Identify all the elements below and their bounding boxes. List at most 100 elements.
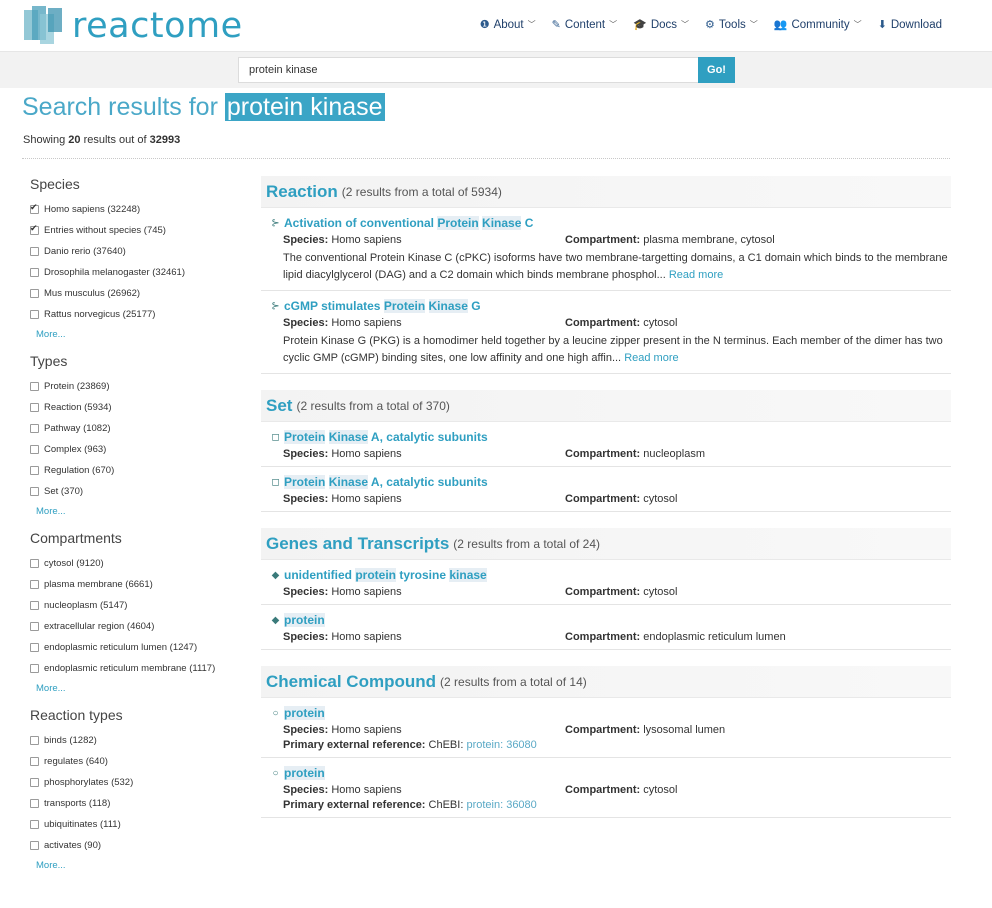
checkbox[interactable] — [30, 247, 39, 256]
nav-content[interactable]: ✎ Content ﹀ — [551, 18, 618, 32]
checkbox[interactable] — [30, 289, 39, 298]
facet-option-label: Danio rerio (37640) — [44, 246, 126, 257]
species-value: Homo sapiens — [331, 317, 402, 329]
facet-option[interactable]: endoplasmic reticulum lumen (1247) — [30, 637, 250, 658]
facet-option[interactable]: ubiquitinates (111) — [30, 814, 250, 835]
facet-option[interactable]: Reaction (5934) — [30, 397, 250, 418]
facet-option[interactable]: Danio rerio (37640) — [30, 241, 250, 262]
facet-option[interactable]: phosphorylates (532) — [30, 772, 250, 793]
checkbox[interactable] — [30, 310, 39, 319]
result-title-link[interactable]: ○ protein — [270, 766, 951, 780]
checkbox[interactable] — [30, 268, 39, 277]
read-more-link[interactable]: Read more — [669, 269, 723, 281]
group-title[interactable]: Reaction — [266, 182, 338, 202]
checkbox[interactable] — [30, 445, 39, 454]
more-link[interactable]: More... — [36, 506, 250, 520]
checkbox[interactable] — [30, 580, 39, 589]
species-label: Species: — [283, 724, 329, 736]
nav-tools[interactable]: ⚙ Tools ﹀ — [705, 18, 758, 32]
highlight-term: Kinase — [328, 430, 369, 444]
checkbox[interactable] — [30, 487, 39, 496]
checkbox[interactable] — [30, 601, 39, 610]
facet-option[interactable]: transports (118) — [30, 793, 250, 814]
checkbox[interactable] — [30, 403, 39, 412]
more-link[interactable]: More... — [36, 329, 250, 343]
species-value: Homo sapiens — [331, 631, 402, 643]
facet-option-label: endoplasmic reticulum membrane (1117) — [44, 663, 216, 674]
facet-option-label: Regulation (670) — [44, 465, 115, 476]
facet-option[interactable]: extracellular region (4604) — [30, 616, 250, 637]
result-title-link[interactable]: ⊱ cGMP stimulates Protein Kinase G — [270, 299, 951, 313]
checkbox[interactable] — [30, 799, 39, 808]
facet-option[interactable]: endoplasmic reticulum membrane (1117) — [30, 658, 250, 679]
checkbox[interactable] — [30, 559, 39, 568]
description-text: Protein Kinase G (PKG) is a homodimer he… — [283, 335, 943, 364]
nav-about[interactable]: ❶ About ﹀ — [480, 18, 536, 32]
checkbox[interactable] — [30, 424, 39, 433]
result-title-link[interactable]: ⊱ Activation of conventional Protein Kina… — [270, 216, 951, 230]
result-item: ◆ unidentified protein tyrosine kinase Spe… — [261, 560, 951, 605]
checkbox[interactable] — [30, 820, 39, 829]
result-title-link[interactable]: ◻ Protein Kinase A, catalytic subunits — [270, 475, 951, 489]
read-more-link[interactable]: Read more — [624, 352, 678, 364]
group-title[interactable]: Chemical Compound — [266, 672, 436, 692]
checkbox[interactable] — [30, 841, 39, 850]
facet-compartments: Compartments cytosol (9120) plasma membran… — [30, 530, 250, 697]
species-field: Species: Homo sapiens — [283, 234, 565, 246]
species-value: Homo sapiens — [331, 234, 402, 246]
checkbox[interactable] — [30, 223, 39, 235]
group-title[interactable]: Genes and Transcripts — [266, 534, 449, 554]
edit-icon: ✎ — [551, 19, 561, 31]
nav-community[interactable]: 👥 Community ﹀ — [774, 18, 862, 32]
facet-option-label: Pathway (1082) — [44, 423, 111, 434]
facet-option[interactable]: Pathway (1082) — [30, 418, 250, 439]
checkbox[interactable] — [30, 382, 39, 391]
facet-option[interactable]: plasma membrane (6661) — [30, 574, 250, 595]
reference-link[interactable]: protein: 36080 — [466, 739, 536, 751]
facet-option[interactable]: nucleoplasm (5147) — [30, 595, 250, 616]
checkbox[interactable] — [30, 622, 39, 631]
facet-option-label: Homo sapiens (32248) — [44, 204, 141, 215]
facet-option[interactable]: Set (370) — [30, 481, 250, 502]
facet-option[interactable]: regulates (640) — [30, 751, 250, 772]
facet-option[interactable]: activates (90) — [30, 835, 250, 856]
compartment-label: Compartment: — [565, 784, 641, 796]
facet-option[interactable]: cytosol (9120) — [30, 553, 250, 574]
result-title-link[interactable]: ◆ protein — [270, 613, 951, 627]
compartment-value: cytosol — [643, 317, 678, 329]
species-value: Homo sapiens — [331, 724, 402, 736]
facet-option[interactable]: Rattus norvegicus (25177) — [30, 304, 250, 325]
reference-link[interactable]: protein: 36080 — [466, 799, 536, 811]
checkbox[interactable] — [30, 202, 39, 214]
compartment-value: cytosol — [643, 586, 678, 598]
more-link[interactable]: More... — [36, 860, 250, 874]
facet-option[interactable]: Entries without species (745) — [30, 220, 250, 241]
checkbox[interactable] — [30, 736, 39, 745]
facet-option[interactable]: binds (1282) — [30, 730, 250, 751]
group-title[interactable]: Set — [266, 396, 292, 416]
result-title-link[interactable]: ◆ unidentified protein tyrosine kinase — [270, 568, 951, 582]
highlight-term: protein — [355, 568, 396, 582]
nav-download[interactable]: ⬇ Download — [878, 18, 942, 32]
checkbox[interactable] — [30, 664, 39, 673]
compartment-field: Compartment: cytosol — [565, 493, 677, 505]
facet-option[interactable]: Drosophila melanogaster (32461) — [30, 262, 250, 283]
checkbox[interactable] — [30, 643, 39, 652]
checkbox[interactable] — [30, 466, 39, 475]
checkbox[interactable] — [30, 778, 39, 787]
checkbox[interactable] — [30, 757, 39, 766]
facet-option[interactable]: Homo sapiens (32248) — [30, 199, 250, 220]
nav-docs[interactable]: 🎓 Docs ﹀ — [633, 18, 689, 32]
result-title-link[interactable]: ◻ Protein Kinase A, catalytic subunits — [270, 430, 951, 444]
facet-option[interactable]: Regulation (670) — [30, 460, 250, 481]
result-item: ⊱ cGMP stimulates Protein Kinase G Species… — [261, 291, 951, 374]
cogs-icon: ⚙ — [705, 19, 715, 31]
result-title-link[interactable]: ○ protein — [270, 706, 951, 720]
reactome-logo[interactable]: reactome — [22, 4, 243, 48]
facet-option[interactable]: Protein (23869) — [30, 376, 250, 397]
facet-option[interactable]: Mus musculus (26962) — [30, 283, 250, 304]
search-input[interactable] — [238, 57, 699, 83]
go-button[interactable]: Go! — [698, 57, 735, 83]
more-link[interactable]: More... — [36, 683, 250, 697]
facet-option[interactable]: Complex (963) — [30, 439, 250, 460]
